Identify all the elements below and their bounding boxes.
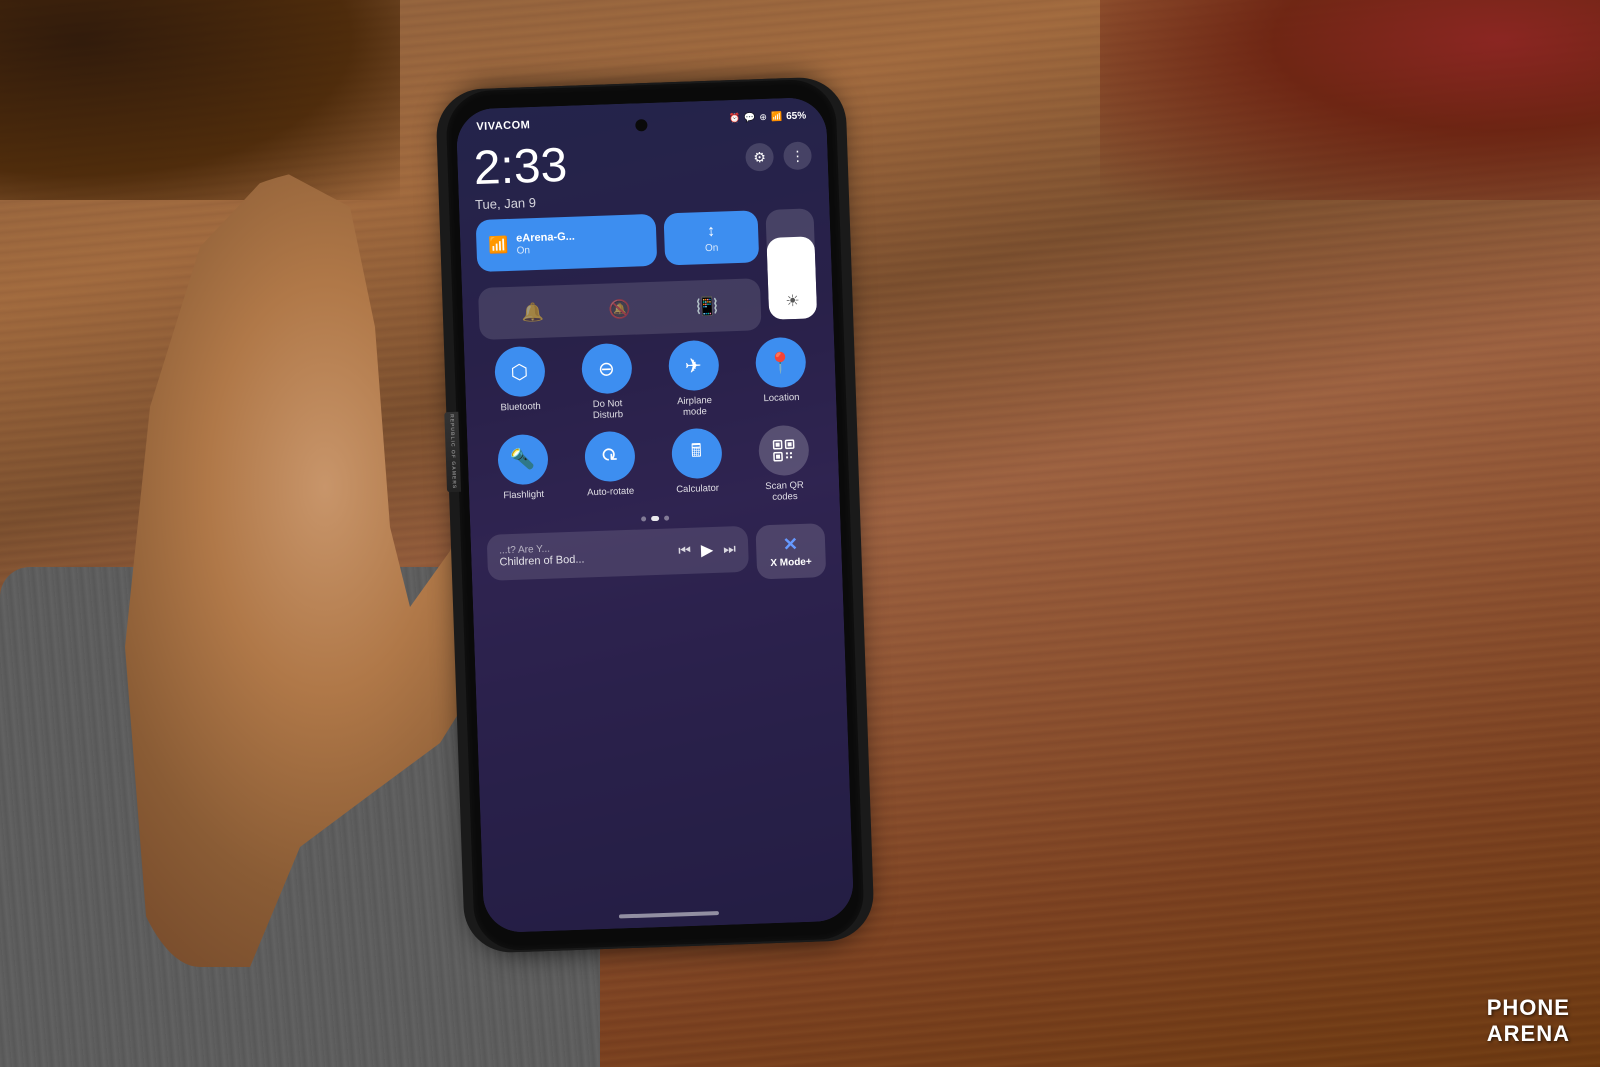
- quick-settings-panel: 2:33 Tue, Jan 9 ⚙ ⋮: [457, 125, 843, 601]
- calculator-icon-circle: 🖩: [671, 427, 723, 479]
- watermark-line1: PHONE: [1487, 995, 1570, 1021]
- qr-toggle[interactable]: Scan QRcodes: [744, 424, 824, 504]
- time-section: 2:33 Tue, Jan 9: [473, 142, 569, 212]
- qr-label: Scan QRcodes: [765, 480, 804, 504]
- quick-toggles-grid: ⬡ Bluetooth ⊖ Do NotDisturb: [480, 336, 824, 513]
- mute-icon[interactable]: 🔕: [601, 290, 638, 327]
- calculator-toggle[interactable]: 🖩 Calculator: [657, 427, 737, 507]
- settings-icon: ⚙: [753, 148, 766, 165]
- message-icon: 💬: [744, 112, 756, 123]
- location-icon-circle: 📍: [754, 337, 806, 389]
- qr-icon-circle: [757, 424, 809, 476]
- bluetooth-toggle[interactable]: ⬡ Bluetooth: [480, 345, 560, 425]
- dnd-icon-circle: ⊖: [581, 343, 633, 395]
- location-icon: 📍: [767, 350, 793, 376]
- airplane-toggle[interactable]: ✈ Airplanemode: [654, 339, 734, 419]
- mobile-data-tile[interactable]: ↕ On: [663, 210, 759, 265]
- location-toggle[interactable]: 📍 Location: [741, 336, 821, 416]
- wifi-tile[interactable]: 📶 eArena-G... On: [476, 214, 658, 272]
- top-tiles-area: 📶 eArena-G... On ↕ On: [476, 208, 818, 340]
- wifi-icon: 📶: [488, 235, 509, 256]
- more-options-button[interactable]: ⋮: [783, 141, 812, 170]
- calculator-icon: 🖩: [690, 438, 702, 468]
- x-mode-label: X Mode+: [770, 556, 812, 568]
- next-button[interactable]: ⏭: [723, 540, 736, 557]
- wifi-info: eArena-G... On: [516, 231, 575, 257]
- screen-content: VIVACOM ⏰ 💬 ⊕ 📶 65% 2:33: [456, 97, 855, 933]
- data-icon: ↕: [707, 222, 716, 240]
- x-mode-button[interactable]: ✕ X Mode+: [755, 523, 826, 579]
- status-icons: ⏰ 💬 ⊕ 📶 65%: [729, 110, 807, 124]
- watermark-line2: ARENA: [1487, 1021, 1570, 1047]
- autorotate-toggle[interactable]: ⟳ Auto-rotate: [570, 430, 650, 510]
- airplane-label: Airplanemode: [677, 395, 713, 419]
- connectivity-tiles-row: 📶 eArena-G... On ↕ On: [476, 210, 760, 272]
- time-display: 2:33: [473, 142, 568, 193]
- phone-device: REPUBLIC OF GAMERS VIVACOM ⏰ 💬 ⊕ 📶 65%: [445, 78, 865, 951]
- flashlight-icon-circle: 🔦: [497, 434, 549, 486]
- location-label: Location: [763, 392, 799, 405]
- media-row: ...t? Are Y... Children of Bod... ⏮ ▶ ⏭ …: [487, 523, 827, 589]
- phone-screen[interactable]: VIVACOM ⏰ 💬 ⊕ 📶 65% 2:33: [456, 97, 855, 933]
- left-rows-section: 📶 eArena-G... On ↕ On: [476, 210, 762, 340]
- bell-icon[interactable]: 🔔: [514, 294, 551, 331]
- settings-button[interactable]: ⚙: [745, 143, 774, 172]
- brightness-icon: ☀: [785, 291, 800, 311]
- bluetooth-icon-circle: ⬡: [494, 346, 546, 398]
- volume-down-button[interactable]: [447, 307, 454, 362]
- x-icon: ✕: [782, 534, 798, 556]
- battery-label: 65%: [786, 110, 806, 122]
- media-player[interactable]: ...t? Are Y... Children of Bod... ⏮ ▶ ⏭: [487, 525, 749, 580]
- calculator-label: Calculator: [676, 483, 719, 496]
- rog-text: REPUBLIC OF GAMERS: [448, 414, 457, 489]
- vibrate-icon[interactable]: 📳: [688, 287, 725, 324]
- sound-tiles-row: 🔔 🔕 📳: [478, 278, 762, 340]
- media-controls: ⏮ ▶ ⏭: [678, 539, 736, 561]
- dnd-toggle[interactable]: ⊖ Do NotDisturb: [567, 342, 647, 422]
- dot-3: [664, 515, 669, 520]
- bluetooth-icon: ⬡: [510, 359, 528, 385]
- time-row: 2:33 Tue, Jan 9 ⚙ ⋮: [473, 133, 813, 212]
- qs-header-icons: ⚙ ⋮: [745, 133, 812, 171]
- carrier-label: VIVACOM: [476, 119, 530, 133]
- prev-button[interactable]: ⏮: [678, 542, 691, 559]
- volume-up-button[interactable]: [445, 252, 451, 292]
- autorotate-icon: ⟳: [595, 441, 624, 471]
- airplane-icon: ✈: [684, 353, 702, 379]
- wifi-sublabel: On: [516, 244, 575, 257]
- bluetooth-label: Bluetooth: [500, 401, 541, 414]
- autorotate-icon-circle: ⟳: [584, 430, 636, 482]
- dot-1: [641, 516, 646, 521]
- data-sublabel: On: [705, 242, 719, 253]
- date-display: Tue, Jan 9: [475, 194, 569, 212]
- qr-svg-icon: [772, 439, 795, 462]
- flashlight-toggle[interactable]: 🔦 Flashlight: [483, 433, 563, 513]
- flashlight-label: Flashlight: [503, 489, 544, 502]
- more-icon: ⋮: [790, 147, 805, 164]
- dnd-label: Do NotDisturb: [592, 398, 623, 422]
- brightness-slider[interactable]: ☀: [765, 208, 817, 320]
- play-button[interactable]: ▶: [701, 540, 714, 560]
- watermark: PHONE ARENA: [1487, 995, 1570, 1047]
- media-info: ...t? Are Y... Children of Bod...: [499, 543, 585, 569]
- settings-notify-icon: ⊕: [759, 111, 767, 122]
- autorotate-label: Auto-rotate: [587, 485, 634, 498]
- dot-2-active: [651, 515, 659, 520]
- rog-badge: REPUBLIC OF GAMERS: [444, 412, 461, 492]
- phone-body: REPUBLIC OF GAMERS VIVACOM ⏰ 💬 ⊕ 📶 65%: [445, 78, 865, 951]
- airplane-icon-circle: ✈: [667, 340, 719, 392]
- flashlight-icon: 🔦: [510, 446, 536, 472]
- bg-shadow-right: [1100, 0, 1600, 200]
- media-artist: Children of Bod...: [499, 554, 584, 569]
- alarm-icon: ⏰: [729, 112, 741, 123]
- dnd-icon: ⊖: [598, 356, 616, 382]
- signal-icon: 📶: [771, 111, 783, 122]
